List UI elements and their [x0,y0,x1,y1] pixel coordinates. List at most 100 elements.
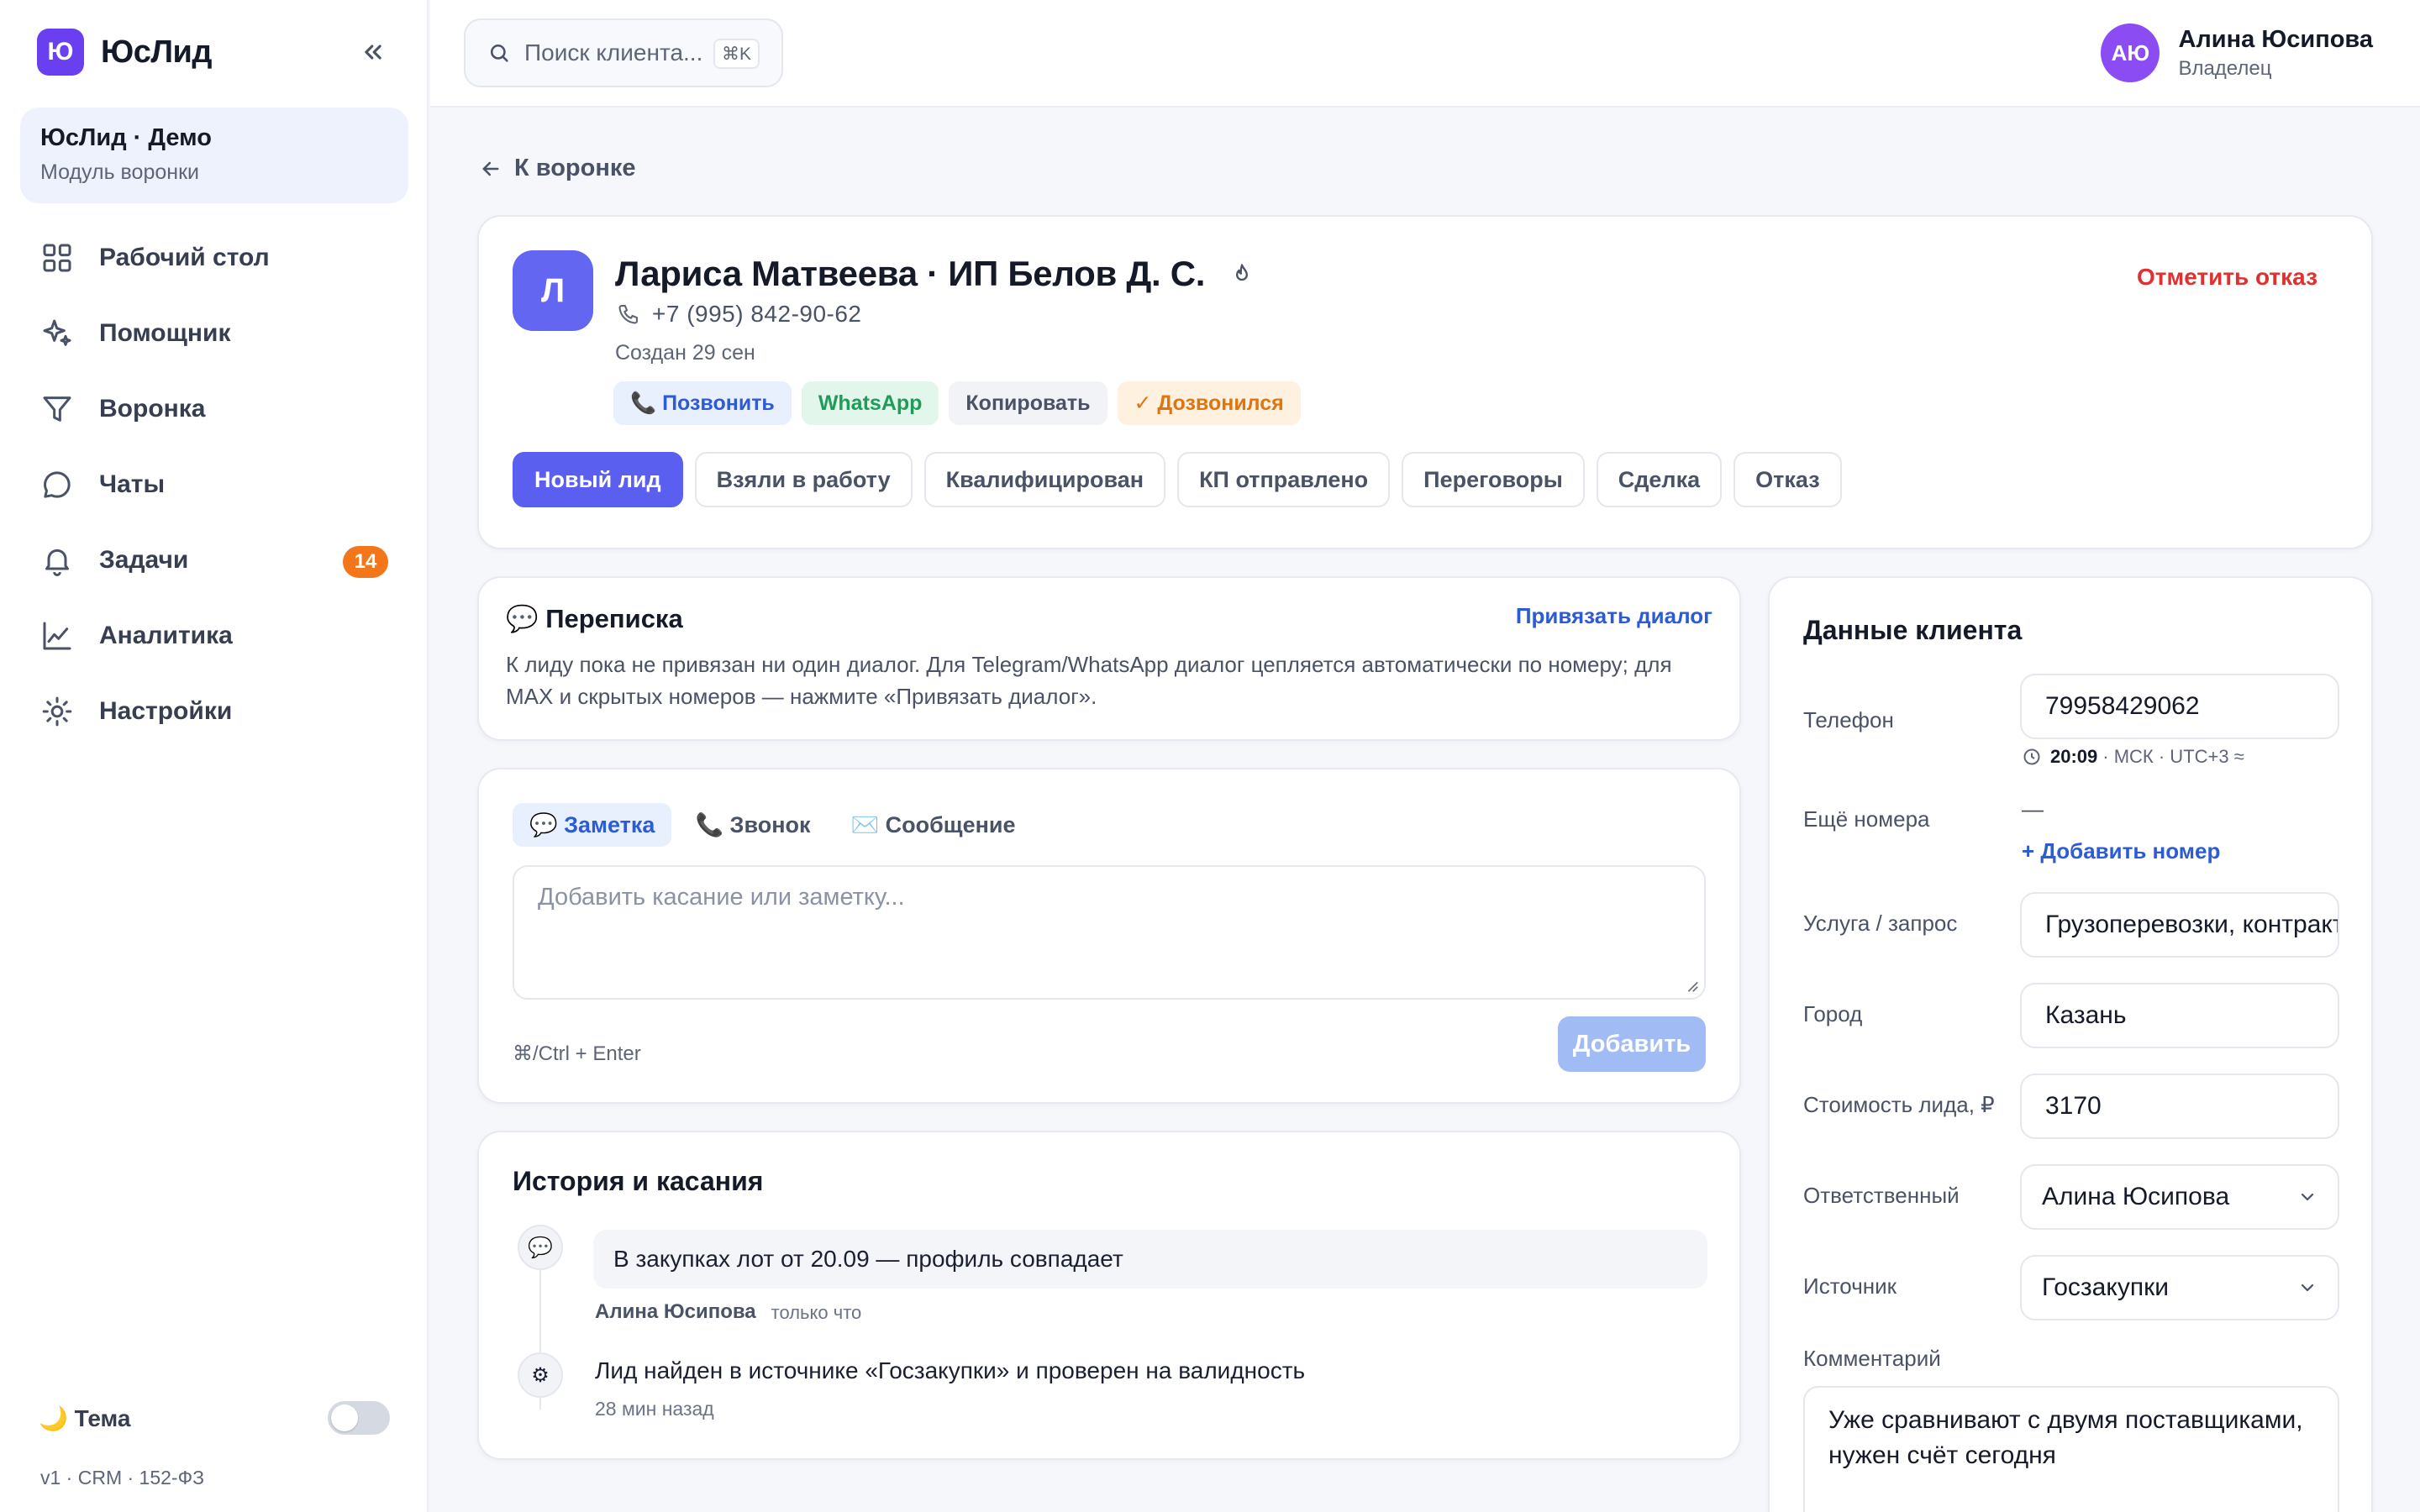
stage-negotiation[interactable]: Переговоры [1402,452,1585,507]
note-textarea[interactable]: Добавить касание или заметку... [513,865,1706,1000]
stage-in-work[interactable]: Взяли в работу [694,452,913,507]
lead-header-card: Л Лариса Матвеева · ИП Белов Д. С. +7 (9… [477,215,2373,549]
user-menu[interactable]: АЮ Алина Юсипова Владелец [2101,24,2373,82]
theme-toggle[interactable] [328,1401,390,1435]
whatsapp-button[interactable]: WhatsApp [801,381,939,425]
tab-call[interactable]: 📞 Звонок [678,803,827,847]
arrow-left-icon [482,161,499,176]
clock-icon [2023,748,2040,765]
client-data-card: Данные клиента Телефон 79958429062 20:09… [1768,576,2373,1512]
avatar: АЮ [2101,24,2160,82]
app-logo[interactable]: Ю ЮсЛид [37,29,212,76]
user-role: Владелец [2178,56,2272,80]
dashboard-grid-icon [43,244,71,272]
city-field[interactable]: Казань [2020,983,2339,1048]
service-field[interactable]: Грузоперевозки, контракт [2020,892,2339,958]
back-link-label: К воронке [514,155,636,181]
stage-new-lead[interactable]: Новый лид [513,452,683,507]
back-to-funnel-link[interactable]: К воронке [479,155,636,182]
sidebar-item-dashboard[interactable]: Рабочий стол [20,220,408,296]
sidebar-item-label: Воронка [99,395,206,423]
add-note-button[interactable]: Добавить [1558,1016,1706,1072]
app-version: v1 · CRM · 152-ФЗ [40,1467,204,1488]
source-value: Госзакупки [2042,1273,2169,1301]
stage-deal[interactable]: Сделка [1596,452,1723,507]
sidebar-item-label: Чаты [99,470,166,498]
tasks-count-badge: 14 [343,546,388,578]
reached-button[interactable]: ✓ Дозвонился [1117,381,1301,425]
history-item-time: 28 мин назад [595,1398,714,1420]
history-item-text: В закупках лот от 20.09 — профиль совпад… [593,1230,1707,1289]
funnel-icon [43,396,71,422]
owner-label: Ответственный [1803,1183,1960,1208]
timezone: · МСК · UTC+3 ≈ [2102,746,2244,767]
lead-cost-label: Стоимость лида, ₽ [1803,1092,1995,1117]
sidebar-item-assistant[interactable]: Помощник [20,296,408,371]
call-button[interactable]: 📞 Позвонить [613,381,792,425]
sidebar: Ю ЮсЛид ЮсЛид · Демо Модуль воронки Рабо… [0,0,429,1512]
sidebar-item-settings[interactable]: Настройки [20,674,408,749]
logo-mark: Ю [37,29,84,76]
collapse-sidebar-button[interactable] [356,35,390,69]
lead-phone[interactable]: +7 (995) 842-90-62 [617,301,862,328]
resize-handle-icon[interactable] [1684,978,1699,993]
service-label: Услуга / запрос [1803,911,1958,936]
theme-toggle-row: 🌙 Тема [39,1401,390,1435]
history-item-time: только что [771,1302,862,1323]
workspace-switcher[interactable]: ЮсЛид · Демо Модуль воронки [20,108,408,203]
history-item-meta: Алина Юсипова только что [595,1300,861,1324]
toggle-knob [331,1404,358,1431]
sidebar-item-label: Настройки [99,697,233,725]
sidebar-item-tasks[interactable]: Задачи 14 [20,522,408,598]
phone-field[interactable]: 79958429062 [2020,674,2339,739]
mark-refusal-button[interactable]: Отметить отказ [2137,264,2317,291]
sidebar-item-label: Аналитика [99,622,233,649]
add-number-button[interactable]: + Добавить номер [2022,838,2220,864]
phone-label: Телефон [1803,707,1894,732]
correspondence-title: 💬 Переписка [506,604,683,633]
history-card: История и касания 💬 В закупках лот от 20… [477,1131,1741,1460]
source-select[interactable]: Госзакупки [2020,1255,2339,1320]
workspace-title: ЮсЛид · Демо [40,124,212,151]
copy-button[interactable]: Копировать [949,381,1107,425]
lead-title: Лариса Матвеева · ИП Белов Д. С. [615,254,1206,293]
sidebar-item-label: Задачи [99,546,189,574]
double-chevron-left-icon [365,45,381,60]
history-item-text: Лид найден в источнике «Госзакупки» и пр… [595,1357,1306,1383]
workspace-subtitle: Модуль воронки [40,160,199,184]
city-label: Город [1803,1001,1863,1026]
lead-cost-field[interactable]: 3170 [2020,1074,2339,1139]
source-label: Источник [1803,1273,1897,1299]
flame-icon[interactable] [1230,262,1254,286]
lead-created-date: Создан 29 сен [615,341,755,365]
comment-label: Комментарий [1803,1346,1941,1371]
chat-bubble-icon [44,471,71,498]
compose-tabs: 💬 Заметка 📞 Звонок ✉️ Сообщение [513,803,1039,847]
sidebar-item-analytics[interactable]: Аналитика [20,598,408,674]
app-name: ЮсЛид [101,34,212,70]
more-numbers-value: — [2022,796,2044,822]
tab-message[interactable]: ✉️ Сообщение [834,803,1033,847]
search-input[interactable]: Поиск клиента... ⌘K [464,18,783,87]
tab-note[interactable]: 💬 Заметка [513,803,672,847]
link-dialog-button[interactable]: Привязать диалог [1516,603,1712,629]
history-title: История и касания [513,1166,764,1196]
sun-gear-icon [42,696,72,727]
comment-textarea[interactable]: Уже сравнивают с двумя поставщиками, нуж… [1803,1386,2339,1512]
chevron-down-icon [2301,1193,2314,1201]
stage-proposal-sent[interactable]: КП отправлено [1177,452,1391,507]
phone-icon [618,305,638,324]
sidebar-nav: Рабочий стол Помощник Воронка Чаты Задач… [20,220,408,749]
owner-select[interactable]: Алина Юсипова [2020,1164,2339,1230]
stage-selector: Новый лид Взяли в работу Квалифицирован … [513,452,1854,507]
theme-label: 🌙 Тема [39,1404,131,1431]
chat-note-icon: 💬 [518,1225,563,1270]
sidebar-item-chats[interactable]: Чаты [20,447,408,522]
lead-phone-number: +7 (995) 842-90-62 [652,301,862,327]
sidebar-item-funnel[interactable]: Воронка [20,371,408,447]
search-shortcut: ⌘K [713,39,760,69]
chevron-down-icon [2301,1284,2314,1292]
stage-refusal[interactable]: Отказ [1733,452,1842,507]
stage-qualified[interactable]: Квалифицирован [923,452,1166,507]
more-numbers-label: Ещё номера [1803,806,1930,832]
